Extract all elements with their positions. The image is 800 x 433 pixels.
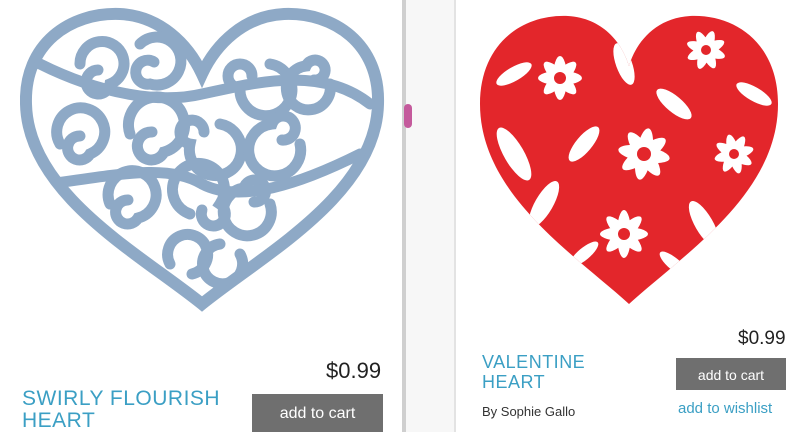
swirly-heart-icon[interactable] bbox=[20, 4, 385, 316]
product-card-swirly-flourish-heart[interactable]: $0.99 SWIRLY FLOURISH HEART add to cart bbox=[0, 0, 402, 432]
add-to-cart-button[interactable]: add to cart bbox=[676, 358, 786, 390]
product-card-valentine-heart[interactable]: $0.99 VALENTINE HEART add to cart By Sop… bbox=[456, 0, 800, 432]
product-title[interactable]: SWIRLY FLOURISH HEART bbox=[22, 388, 272, 432]
product-author: By Sophie Gallo bbox=[482, 404, 576, 419]
product-title[interactable]: VALENTINE HEART bbox=[482, 352, 642, 392]
decorative-accent bbox=[404, 104, 412, 128]
floral-heart-icon[interactable] bbox=[474, 4, 784, 314]
product-price: $0.99 bbox=[738, 328, 786, 349]
add-to-cart-button[interactable]: add to cart bbox=[252, 394, 383, 432]
product-price: $0.99 bbox=[326, 358, 382, 383]
column-gutter bbox=[406, 0, 456, 432]
add-to-wishlist-link[interactable]: add to wishlist bbox=[678, 400, 772, 417]
